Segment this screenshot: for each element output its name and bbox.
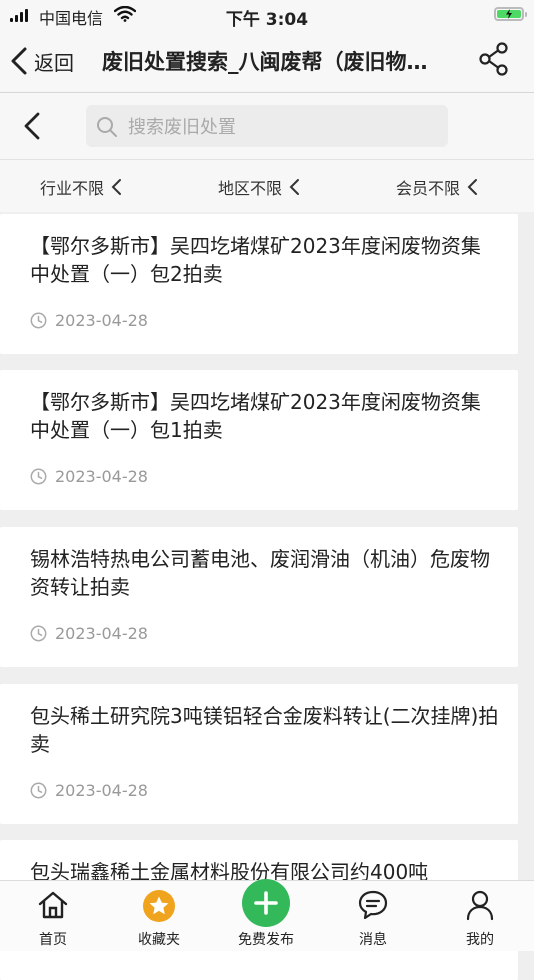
chevron-left-icon <box>11 47 27 75</box>
search-input[interactable] <box>126 105 430 149</box>
filter-industry[interactable]: 行业不限 <box>40 175 122 199</box>
search-box[interactable] <box>86 105 448 149</box>
chevron-left-icon <box>289 179 300 195</box>
search-bar <box>0 93 534 160</box>
back-label: 返回 <box>34 50 74 75</box>
tab-messages[interactable]: 消息 <box>320 881 426 951</box>
tab-profile-label: 我的 <box>466 932 494 948</box>
share-button[interactable] <box>478 42 510 80</box>
listing-date: 2023-04-28 <box>55 467 148 486</box>
tab-bar: 首页 收藏夹 免费发布 消息 我的 <box>0 879 534 951</box>
tab-home[interactable]: 首页 <box>0 881 106 951</box>
chevron-left-icon <box>467 179 478 195</box>
chevron-left-icon <box>24 112 40 140</box>
clock-icon <box>30 468 47 485</box>
chevron-left-icon <box>111 179 122 195</box>
message-icon <box>358 890 388 920</box>
plus-icon <box>242 879 290 927</box>
page-title: 废旧处置搜索_八闽废帮（废旧物资回收） <box>102 50 442 74</box>
listing-title: 包头稀土研究院3吨镁铝轻合金废料转让(二次挂牌)拍卖 <box>30 704 499 756</box>
share-icon <box>479 42 508 76</box>
filter-industry-label: 行业不限 <box>40 179 105 198</box>
tab-publish[interactable]: 免费发布 <box>213 879 319 951</box>
listing-date: 2023-04-28 <box>55 781 148 800</box>
home-icon <box>38 891 68 919</box>
clock: 下午 3:04 <box>225 10 309 30</box>
tab-profile[interactable]: 我的 <box>427 881 533 951</box>
filter-membership-label: 会员不限 <box>396 179 461 198</box>
tab-favorites-label: 收藏夹 <box>138 932 180 948</box>
listing-date: 2023-04-28 <box>55 624 148 643</box>
tab-publish-label: 免费发布 <box>238 932 294 948</box>
clock-icon <box>30 625 47 642</box>
filter-membership[interactable]: 会员不限 <box>396 175 478 199</box>
back-button[interactable]: 返回 <box>10 44 74 78</box>
listing-date-row: 2023-04-28 <box>30 467 148 486</box>
search-back-button[interactable] <box>22 111 42 145</box>
filter-bar: 行业不限 地区不限 会员不限 <box>0 160 534 212</box>
tab-messages-label: 消息 <box>359 932 387 948</box>
navigation-bar: 返回 废旧处置搜索_八闽废帮（废旧物资回收） <box>0 30 534 93</box>
filter-region[interactable]: 地区不限 <box>218 175 300 199</box>
listing-date: 2023-04-28 <box>55 311 148 330</box>
listing-title: 【鄂尔多斯市】吴四圪堵煤矿2023年度闲废物资集中处置（一）包2拍卖 <box>30 234 481 286</box>
user-icon <box>466 890 494 921</box>
tab-home-label: 首页 <box>39 932 67 948</box>
filter-region-label: 地区不限 <box>218 179 283 198</box>
battery-icon <box>494 7 527 21</box>
list-item[interactable]: 【鄂尔多斯市】吴四圪堵煤矿2023年度闲废物资集中处置（一）包2拍卖 2023-… <box>0 214 518 354</box>
list-item[interactable]: 包头稀土研究院3吨镁铝轻合金废料转让(二次挂牌)拍卖 2023-04-28 <box>0 684 518 824</box>
listing-title: 【鄂尔多斯市】吴四圪堵煤矿2023年度闲废物资集中处置（一）包1拍卖 <box>30 390 481 442</box>
search-icon <box>96 116 118 142</box>
listing-date-row: 2023-04-28 <box>30 781 148 800</box>
star-icon <box>143 890 175 922</box>
clock-icon <box>30 312 47 329</box>
status-bar: 中国电信 下午 3:04 <box>0 0 534 30</box>
list-item[interactable]: 【鄂尔多斯市】吴四圪堵煤矿2023年度闲废物资集中处置（一）包1拍卖 2023-… <box>0 370 518 510</box>
tab-favorites[interactable]: 收藏夹 <box>106 881 212 951</box>
listing-date-row: 2023-04-28 <box>30 311 148 330</box>
listing-date-row: 2023-04-28 <box>30 624 148 643</box>
clock-icon <box>30 782 47 799</box>
list-item[interactable]: 锡林浩特热电公司蓄电池、废润滑油（机油）危废物资转让拍卖 2023-04-28 <box>0 527 518 667</box>
listing-title: 锡林浩特热电公司蓄电池、废润滑油（机油）危废物资转让拍卖 <box>30 547 490 599</box>
